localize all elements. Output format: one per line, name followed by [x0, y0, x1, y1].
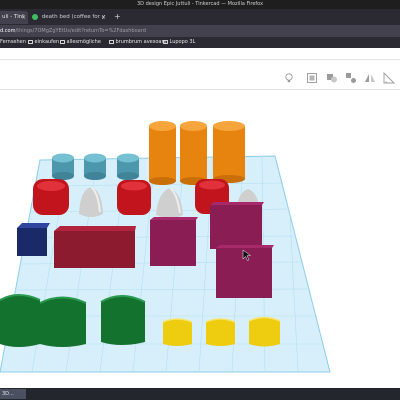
yellow-half-cylinder[interactable]	[248, 316, 281, 347]
tinkercad-header	[0, 48, 400, 60]
close-tab-icon[interactable]: ×	[101, 11, 106, 24]
bookmark-label: Lupopo 3L	[169, 39, 196, 45]
green-half-cylinder[interactable]	[0, 294, 41, 347]
folder-icon	[28, 39, 33, 44]
tab-label: death bed (coffee for y	[41, 14, 105, 20]
edit-toolbar	[0, 60, 400, 90]
window-title-bar: 3D design Epic Juttuli - Tinkercad — Moz…	[0, 0, 400, 9]
ungroup-icon[interactable]	[345, 69, 357, 83]
orange-cylinder[interactable]	[180, 121, 207, 185]
new-tab-button[interactable]: +	[114, 11, 121, 23]
tab-tinkercad[interactable]: uli - Tinl ×	[0, 11, 28, 24]
bookmark-label: einkaufen	[34, 39, 60, 45]
align-icon[interactable]	[306, 69, 318, 83]
yellow-half-cylinder[interactable]	[205, 318, 236, 346]
mirror-icon[interactable]	[364, 69, 376, 82]
yellow-half-cylinder[interactable]	[162, 318, 193, 346]
orange-cylinder[interactable]	[149, 121, 176, 185]
cyan-cylinder[interactable]	[117, 153, 139, 181]
purple-box[interactable]	[150, 217, 198, 266]
taskbar-item-label: 3D...	[2, 391, 14, 397]
maroon-box[interactable]	[54, 226, 136, 268]
url-host: d.com	[0, 28, 16, 34]
navy-cube[interactable]	[17, 223, 50, 256]
speaker-icon	[32, 13, 38, 20]
group-icon[interactable]	[326, 69, 338, 83]
window-title: 3D design Epic Juttuli - Tinkercad — Moz…	[136, 1, 264, 7]
tinkercad-app	[0, 48, 400, 388]
bookmark-lupopo[interactable]: Lupopo 3L	[163, 39, 195, 46]
cyan-cylinder[interactable]	[84, 153, 106, 181]
folder-icon	[163, 39, 168, 44]
taskbar-firefox-item[interactable]: 3D...	[0, 389, 26, 399]
cyan-cylinder[interactable]	[52, 153, 74, 181]
os-taskbar: 3D...	[0, 388, 400, 400]
light-bulb-icon[interactable]	[283, 69, 295, 83]
bookmark-label: brumbrum avesoars	[115, 39, 167, 45]
folder-icon	[109, 39, 114, 44]
red-rounded-box[interactable]	[33, 179, 69, 215]
close-tab-icon[interactable]: ×	[21, 11, 26, 24]
address-bar[interactable]: d.com/things/7OMgZgYEtUs/edit?returnTo=%…	[0, 25, 400, 37]
green-half-cylinder[interactable]	[39, 296, 87, 348]
design-canvas[interactable]	[0, 91, 400, 387]
bookmark-einkaufen[interactable]: einkaufen	[28, 39, 59, 46]
orange-cylinder[interactable]	[213, 121, 245, 183]
ruler-icon[interactable]	[383, 69, 396, 84]
bookmark-label: Fernsehen	[0, 39, 26, 45]
tab-bar: uli - Tinl × death bed (coffee for y × +	[0, 9, 400, 25]
url-text[interactable]: d.com/things/7OMgZgYEtUs/edit?returnTo=%…	[0, 26, 146, 36]
bookmarks-toolbar: Fernsehen einkaufen allesmögliche brumbr…	[0, 37, 400, 48]
bookmark-brumbrum[interactable]: brumbrum avesoars	[109, 39, 166, 46]
bookmark-fernsehen[interactable]: Fernsehen	[0, 39, 26, 46]
folder-icon	[60, 39, 65, 44]
green-half-cylinder[interactable]	[100, 295, 146, 345]
purple-box[interactable]	[210, 202, 264, 249]
bookmark-label: allesmögliche	[66, 39, 101, 45]
tab-death-bed[interactable]: death bed (coffee for y ×	[30, 11, 108, 24]
red-rounded-box[interactable]	[117, 180, 151, 215]
workplane-scene[interactable]	[0, 91, 400, 387]
url-path: /things/7OMgZgYEtUs/edit?returnTo=%2Fdas…	[15, 28, 146, 34]
bookmark-allesmoegliche[interactable]: allesmögliche	[60, 39, 101, 46]
